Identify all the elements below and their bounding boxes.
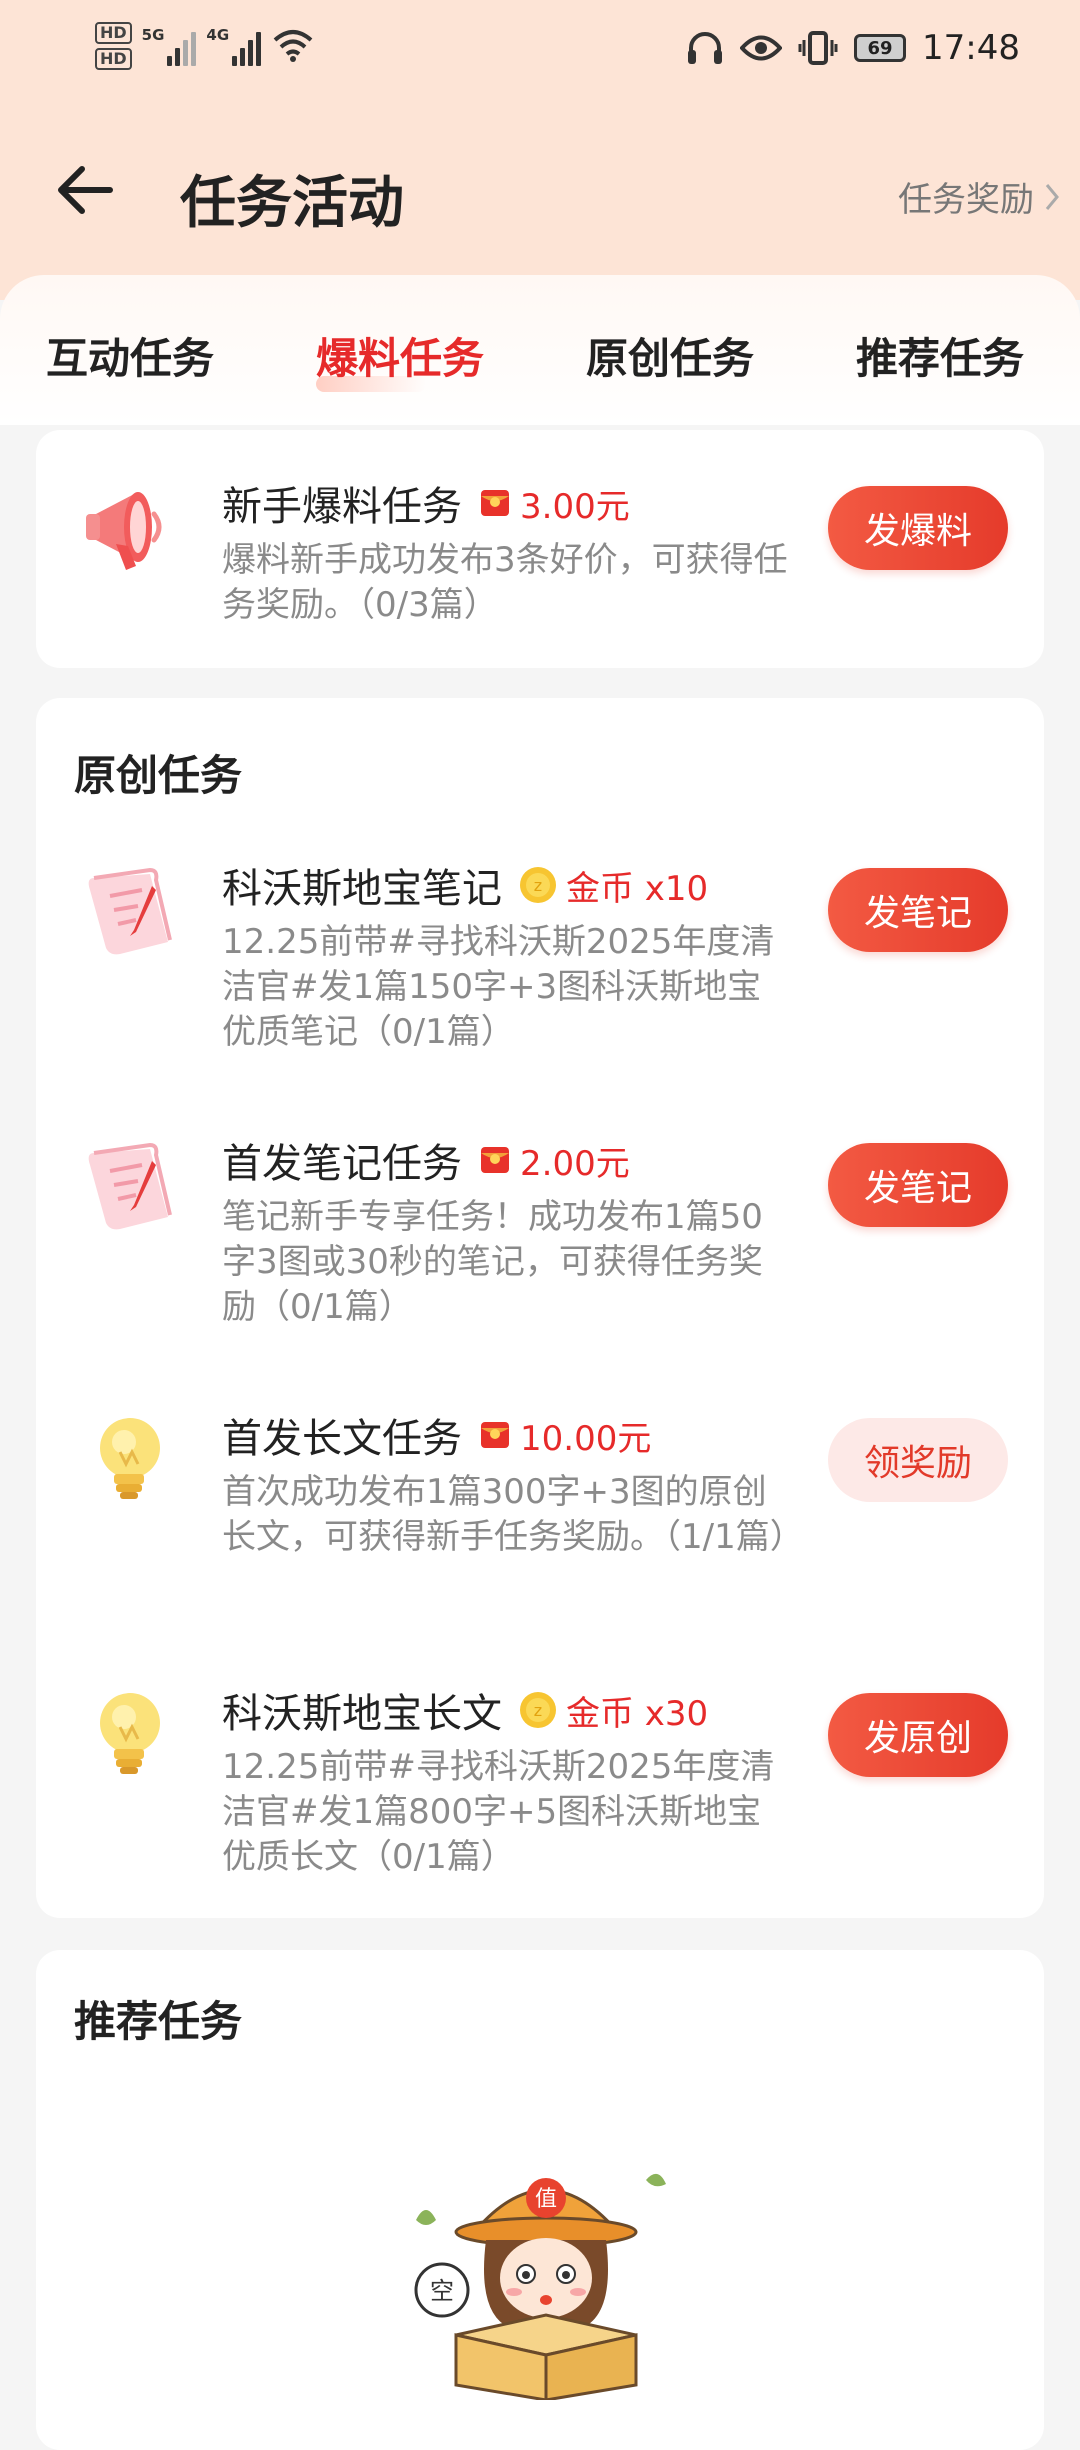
task-title: 首发长文任务 bbox=[222, 1416, 462, 1462]
red-packet-icon bbox=[481, 490, 509, 516]
task-reward-amount: 金币 x10 bbox=[566, 868, 709, 909]
leak-task-card: 新手爆料任务 3.00元 爆料新手成功发布3条好价，可获得任务奖励。（0/3篇）… bbox=[36, 430, 1044, 668]
task-reward: z 金币 x30 bbox=[518, 1686, 708, 1735]
hat-character: 值 bbox=[535, 2187, 557, 2212]
signal-5g-icon: 5G bbox=[142, 26, 197, 66]
status-time: 17:48 bbox=[922, 28, 1020, 68]
task-reward-amount: 2.00元 bbox=[520, 1143, 630, 1184]
empty-state-illustration: 值 空 bbox=[414, 2173, 666, 2400]
task-title-row: 新手爆料任务 3.00元 bbox=[222, 474, 630, 532]
headphones-icon bbox=[688, 32, 723, 64]
back-arrow-icon[interactable] bbox=[50, 155, 120, 225]
original-task-card: 原创任务 科沃斯地宝笔记 z 金币 x10 12.25前带#寻找科沃斯2025年… bbox=[36, 698, 1044, 1918]
task-reward-amount: 3.00元 bbox=[520, 486, 630, 527]
hd-badge-2: HD bbox=[95, 48, 132, 70]
task-title: 首发笔记任务 bbox=[222, 1141, 462, 1187]
task-title: 科沃斯地宝长文 bbox=[222, 1691, 502, 1737]
tab-original[interactable]: 原创任务 bbox=[586, 325, 754, 386]
svg-text:z: z bbox=[534, 1701, 542, 1720]
task-reward: 10.00元 bbox=[478, 1411, 651, 1460]
task-title-row: 科沃斯地宝长文 z 金币 x30 bbox=[222, 1681, 708, 1739]
tab-label: 互动任务 bbox=[46, 334, 215, 383]
status-left: HD HD 5G 4G bbox=[95, 22, 315, 70]
app-header: 任务活动 任务奖励 bbox=[0, 130, 1080, 260]
note-scroll-icon bbox=[88, 1142, 172, 1230]
tab-interaction[interactable]: 互动任务 bbox=[46, 325, 214, 386]
svg-text:z: z bbox=[534, 876, 542, 895]
post-original-button[interactable]: 发原创 bbox=[828, 1693, 1008, 1777]
tab-label: 原创任务 bbox=[586, 334, 755, 383]
task-description: 笔记新手专享任务！成功发布1篇50字3图或30秒的笔记，可获得任务奖励（0/1篇… bbox=[222, 1197, 763, 1327]
red-packet-icon bbox=[481, 1422, 509, 1448]
tab-recommend[interactable]: 推荐任务 bbox=[856, 325, 1024, 386]
chevron-right-icon bbox=[1045, 183, 1059, 210]
task-description: 首次成功发布1篇300字+3图的原创长文，可获得新手任务奖励。（1/1篇） bbox=[222, 1472, 804, 1557]
bubble-character: 空 bbox=[430, 2277, 454, 2305]
hd-badge-1: HD bbox=[95, 22, 132, 44]
lightbulb-icon bbox=[100, 1418, 160, 1499]
recommend-task-card: 推荐任务 值 空 bbox=[36, 1950, 1044, 2450]
page-title: 任务活动 bbox=[180, 171, 404, 236]
post-note-button[interactable]: 发笔记 bbox=[828, 868, 1008, 952]
red-packet-icon bbox=[481, 1147, 509, 1173]
battery-indicator: 69 bbox=[854, 34, 907, 62]
task-title: 科沃斯地宝笔记 bbox=[222, 866, 502, 912]
section-title-recommend: 推荐任务 bbox=[74, 1997, 243, 2046]
task-title-row: 科沃斯地宝笔记 z 金币 x10 bbox=[222, 856, 708, 914]
task-reward: 3.00元 bbox=[478, 479, 630, 528]
claim-reward-button[interactable]: 领奖励 bbox=[828, 1418, 1008, 1502]
task-reward: z 金币 x10 bbox=[518, 861, 708, 910]
task-description: 12.25前带#寻找科沃斯2025年度清洁官#发1篇800字+5图科沃斯地宝优质… bbox=[222, 1747, 775, 1877]
task-reward-amount: 10.00元 bbox=[520, 1418, 652, 1459]
status-right: 69 17:48 bbox=[686, 28, 1020, 68]
vibrate-icon bbox=[798, 31, 838, 65]
task-description: 12.25前带#寻找科沃斯2025年度清洁官#发1篇150字+3图科沃斯地宝优质… bbox=[222, 922, 775, 1052]
gold-coin-icon: z bbox=[520, 1692, 556, 1728]
task-title: 新手爆料任务 bbox=[222, 484, 462, 530]
status-bar: HD HD 5G 4G 69 17:48 bbox=[0, 0, 1080, 110]
gold-coin-icon: z bbox=[520, 867, 556, 903]
tab-label: 爆料任务 bbox=[316, 334, 485, 383]
tab-leak[interactable]: 爆料任务 bbox=[316, 325, 485, 392]
note-scroll-icon bbox=[88, 867, 172, 955]
wifi-icon bbox=[273, 30, 313, 62]
task-description: 爆料新手成功发布3条好价，可获得任务奖励。（0/3篇） bbox=[222, 540, 788, 625]
task-title-row: 首发笔记任务 2.00元 bbox=[222, 1131, 630, 1189]
task-title-row: 首发长文任务 10.00元 bbox=[222, 1406, 651, 1464]
post-leak-button[interactable]: 发爆料 bbox=[828, 486, 1008, 570]
tab-label: 推荐任务 bbox=[856, 334, 1025, 383]
post-note-button[interactable]: 发笔记 bbox=[828, 1143, 1008, 1227]
task-reward: 2.00元 bbox=[478, 1136, 630, 1185]
signal-4g-icon: 4G bbox=[206, 26, 262, 66]
task-reward-amount: 金币 x30 bbox=[566, 1693, 709, 1734]
eye-icon bbox=[740, 35, 783, 61]
section-title-original: 原创任务 bbox=[74, 751, 243, 800]
megaphone-icon bbox=[86, 492, 162, 570]
lightbulb-icon bbox=[100, 1693, 160, 1774]
tab-bar: 互动任务 爆料任务 原创任务 推荐任务 bbox=[0, 275, 1080, 425]
task-reward-link[interactable]: 任务奖励 bbox=[898, 172, 1060, 221]
task-reward-label: 任务奖励 bbox=[898, 180, 1034, 220]
